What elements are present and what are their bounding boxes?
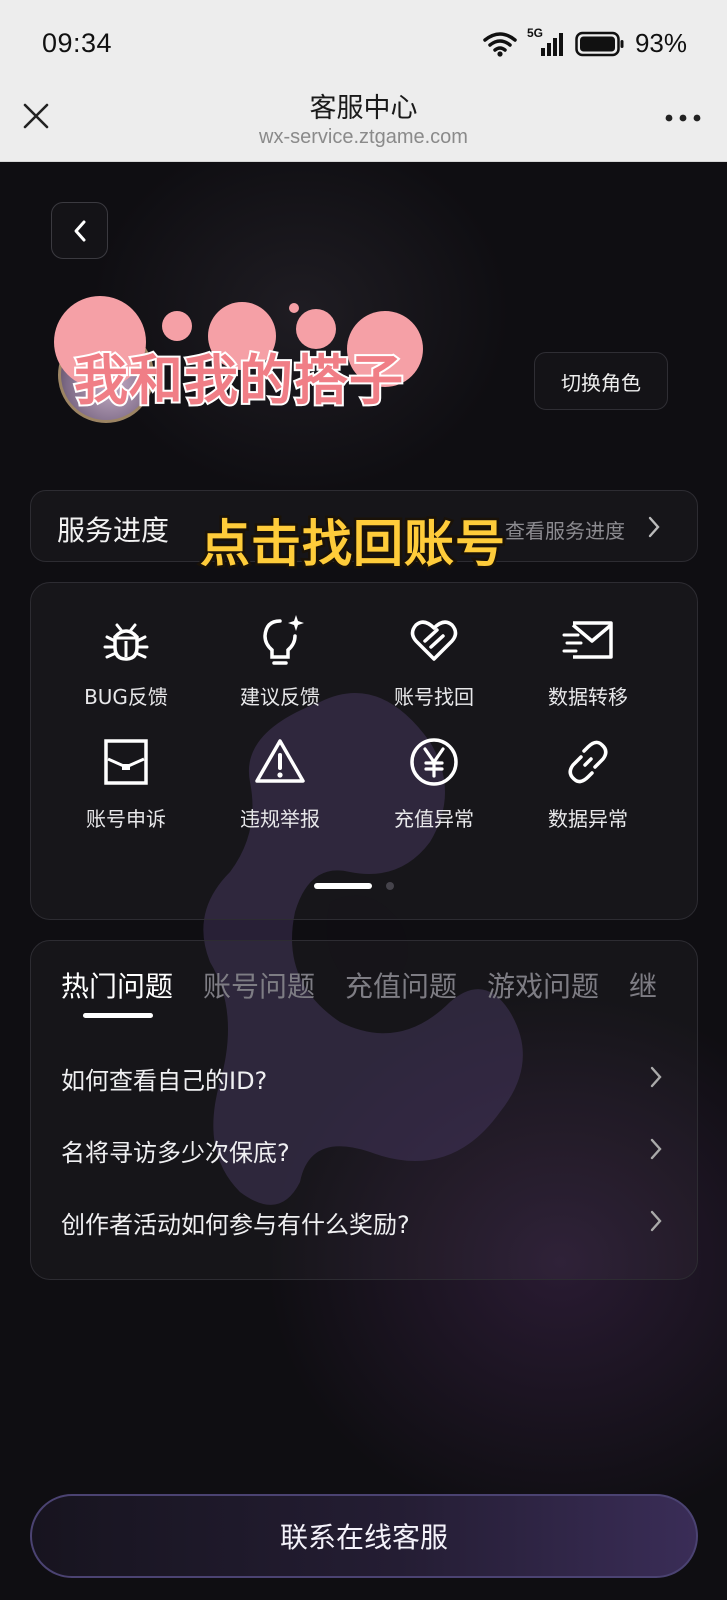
grid-item-label: 数据转移: [548, 685, 628, 709]
overlay-instruction: 点击找回账号: [198, 513, 508, 576]
battery-percent: 93%: [634, 28, 687, 58]
envelope-icon: [104, 739, 148, 785]
tab-game-questions[interactable]: 游戏问题: [487, 965, 599, 1005]
chevron-right-icon: [650, 1210, 662, 1232]
chevron-right-icon: [650, 1138, 662, 1160]
grid-item-violation-report[interactable]: 违规举报: [205, 735, 355, 845]
page-url: wx-service.ztgame.com: [259, 126, 468, 148]
mail-transfer-icon: [562, 621, 613, 659]
grid-item-bug-feedback[interactable]: BUG反馈: [51, 613, 201, 723]
wifi-icon: [483, 31, 517, 57]
chevron-right-icon: [648, 516, 660, 538]
grid-item-label: 建议反馈: [240, 685, 320, 709]
grid-item-label: 充值异常: [394, 807, 474, 831]
faq-item[interactable]: 创作者活动如何参与有什么奖励?: [61, 1197, 662, 1247]
battery-icon: [575, 31, 624, 56]
back-button[interactable]: [51, 202, 108, 259]
chevron-right-icon: [650, 1066, 662, 1088]
page-title: 客服中心: [309, 93, 418, 124]
faq-item[interactable]: 名将寻访多少次保底?: [61, 1125, 662, 1175]
contact-online-service-button[interactable]: 联系在线客服: [30, 1494, 698, 1578]
tab-account-questions[interactable]: 账号问题: [203, 965, 315, 1005]
browser-header: 客服中心 wx-service.ztgame.com: [0, 78, 727, 162]
faq-question: 如何查看自己的ID?: [61, 1067, 268, 1095]
service-progress-label: 服务进度: [57, 514, 170, 547]
grid-item-label: 账号申诉: [86, 807, 166, 831]
more-icon[interactable]: [663, 108, 703, 128]
active-tab-indicator: [83, 1013, 153, 1018]
grid-item-label: 数据异常: [548, 807, 628, 831]
bug-icon: [103, 623, 149, 661]
faq-card: 热门问题 账号问题 充值问题 游戏问题 继 如何查看自己的ID? 名将寻访多少次…: [30, 940, 698, 1280]
overlay-caption-name: 我和我的搭子: [72, 347, 405, 414]
link-icon: [568, 740, 608, 784]
grid-item-label: 违规举报: [240, 807, 320, 831]
grid-item-account-recovery[interactable]: 账号找回: [359, 613, 509, 723]
tab-hot-questions[interactable]: 热门问题: [61, 965, 173, 1005]
main-content: 我和我的搭子 切换角色 服务进度 查看服务进度 点击找回账号 BUG反馈 建议反…: [0, 162, 727, 1600]
status-time: 09:34: [42, 28, 113, 58]
grid-item-data-transfer[interactable]: 数据转移: [513, 613, 663, 723]
grid-item-account-appeal[interactable]: 账号申诉: [51, 735, 201, 845]
grid-item-data-issue[interactable]: 数据异常: [513, 735, 663, 845]
view-progress-link[interactable]: 查看服务进度: [505, 515, 625, 544]
grid-item-recharge-issue[interactable]: 充值异常: [359, 735, 509, 845]
status-bar: 09:34 5G 93%: [0, 0, 727, 88]
faq-question: 创作者活动如何参与有什么奖励?: [61, 1211, 410, 1239]
signal-icon: 5G: [527, 26, 565, 58]
warning-icon: [255, 739, 305, 783]
pager-dot-active: [314, 883, 372, 889]
faq-item[interactable]: 如何查看自己的ID?: [61, 1053, 662, 1103]
yen-icon: [410, 738, 458, 786]
grid-item-label: 账号找回: [394, 685, 474, 709]
heart-link-icon: [410, 620, 458, 661]
tab-more[interactable]: 继: [629, 965, 657, 1005]
pager-dot: [386, 882, 394, 890]
chevron-left-icon: [74, 220, 85, 241]
grid-item-label: BUG反馈: [84, 685, 168, 709]
grid-item-suggestion[interactable]: 建议反馈: [205, 613, 355, 723]
function-grid: BUG反馈 建议反馈 账号找回 数据转移 账号申诉 违规举报 充值异常 数据异常: [30, 582, 698, 920]
tab-recharge-questions[interactable]: 充值问题: [345, 965, 457, 1005]
faq-question: 名将寻访多少次保底?: [61, 1139, 290, 1167]
switch-role-button[interactable]: 切换角色: [534, 352, 668, 410]
lightbulb-icon: [263, 615, 304, 665]
